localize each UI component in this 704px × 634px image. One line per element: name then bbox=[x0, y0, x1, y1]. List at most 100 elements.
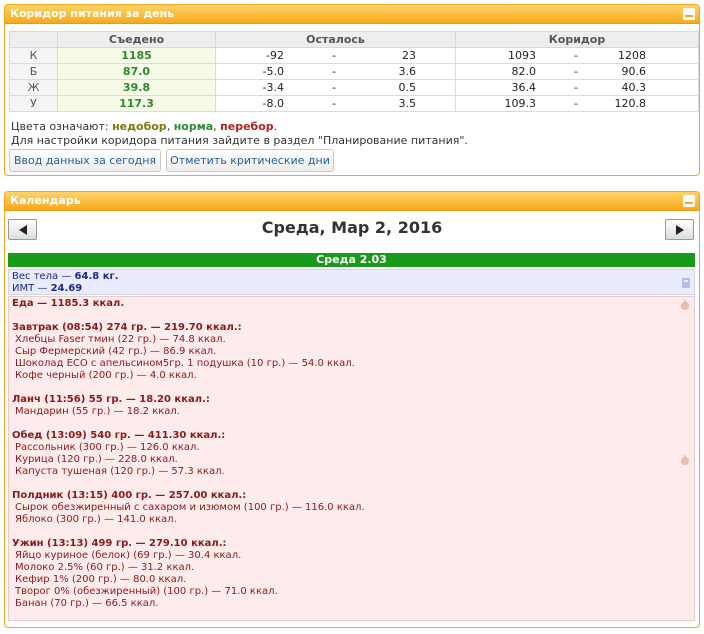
calendar-panel-title: Календарь bbox=[10, 194, 81, 207]
corridor-sep: - bbox=[574, 97, 578, 110]
apple-icon[interactable] bbox=[680, 455, 690, 465]
corridor-sep: - bbox=[574, 81, 578, 94]
corridor-sep: - bbox=[574, 49, 578, 62]
legend-norm: норма bbox=[173, 120, 214, 133]
corridor-panel-header: Коридор питания за день bbox=[5, 5, 699, 24]
remaining-sep: - bbox=[332, 97, 336, 110]
remaining-to: 3.6 bbox=[398, 65, 417, 78]
meal-supper: Ужин (13:13) 499 гр. — 279.10 ккал.: Яйц… bbox=[12, 538, 691, 610]
corridor-range: 1093 - 1208 bbox=[455, 47, 699, 64]
header-corridor: Коридор bbox=[455, 31, 699, 48]
header-eaten: Съедено bbox=[57, 31, 216, 48]
row-label: Ж bbox=[9, 79, 58, 96]
eaten-value: 87.0 bbox=[57, 63, 216, 80]
meal-title: Ужин (13:13) 499 гр. — 279.10 ккал.: bbox=[12, 538, 227, 549]
table-row: Б 87.0 -5.0 - 3.6 82.0 - 90.6 bbox=[9, 63, 699, 80]
meal-dinner: Обед (13:09) 540 гр. — 411.30 ккал.: Рас… bbox=[12, 430, 691, 478]
corridor-table: Съедено Осталось Коридор К 1185 -92 - 23 1… bbox=[9, 31, 699, 112]
meal-title: Завтрак (08:54) 274 гр. — 219.70 ккал.: bbox=[12, 322, 242, 333]
remaining-range: -5.0 - 3.6 bbox=[215, 63, 456, 80]
meal-snack: Полдник (13:15) 400 гр. — 257.00 ккал.: … bbox=[12, 490, 691, 526]
weight-label: Вес тела — bbox=[12, 271, 75, 282]
remaining-sep: - bbox=[332, 49, 336, 62]
legend-end: . bbox=[273, 120, 278, 133]
weight-box: Вес тела — 64.8 кг. ИМТ — 24.69 bbox=[8, 269, 695, 295]
meal-breakfast: Завтрак (08:54) 274 гр. — 219.70 ккал.: … bbox=[12, 322, 691, 382]
header-empty bbox=[9, 31, 58, 48]
row-label: У bbox=[9, 95, 58, 112]
legend-under: недобор bbox=[112, 120, 167, 133]
food-box: Еда — 1185.3 ккал. Завтрак (08:54) 274 г… bbox=[8, 296, 695, 621]
remaining-sep: - bbox=[332, 81, 336, 94]
remaining-to: 0.5 bbox=[398, 81, 417, 94]
collapse-icon[interactable] bbox=[683, 8, 695, 20]
bmi-value: 24.69 bbox=[50, 283, 83, 294]
arrow-right-icon bbox=[676, 225, 684, 235]
header-remaining: Осталось bbox=[215, 31, 456, 48]
remaining-from: -5.0 bbox=[262, 65, 284, 78]
list-item: Курица (120 гр.) — 228.0 ккал. bbox=[15, 454, 178, 465]
list-item: Рассольник (300 гр.) — 126.0 ккал. bbox=[15, 442, 200, 453]
weight-value: 64.8 кг. bbox=[74, 271, 119, 282]
list-item: Творог 0% (обезжиренный) (100 гр.) — 71.… bbox=[15, 586, 278, 597]
list-item: Кофе черный (200 гр.) — 4.0 ккал. bbox=[15, 370, 197, 381]
remaining-range: -92 - 23 bbox=[215, 47, 456, 64]
remaining-to: 3.5 bbox=[398, 97, 417, 110]
food-total: Еда — 1185.3 ккал. bbox=[12, 298, 125, 309]
day-bar: Среда 2.03 bbox=[8, 253, 695, 267]
enter-today-button[interactable]: Ввод данных за сегодня bbox=[9, 149, 161, 172]
calendar-date: Среда, Мар 2, 2016 bbox=[261, 218, 443, 237]
corridor-from: 36.4 bbox=[511, 81, 537, 94]
weight-line: Вес тела — 64.8 кг. bbox=[12, 271, 691, 283]
corridor-to: 1208 bbox=[618, 49, 646, 62]
legend-sep1: , bbox=[166, 120, 171, 133]
legend-prefix: Цвета означают: bbox=[11, 120, 109, 133]
mark-critical-days-button[interactable]: Отметить критические дни bbox=[166, 149, 334, 172]
eaten-value: 1185 bbox=[57, 47, 216, 64]
corridor-from: 109.3 bbox=[504, 97, 537, 110]
table-row: У 117.3 -8.0 - 3.5 109.3 - 120.8 bbox=[9, 95, 699, 112]
list-item: Хлебцы Faser тмин (22 гр.) — 74.8 ккал. bbox=[15, 334, 226, 345]
table-row: Ж 39.8 -3.4 - 0.5 36.4 - 40.3 bbox=[9, 79, 699, 96]
list-item: Сыр Фермерский (42 гр.) — 86.9 ккал. bbox=[15, 346, 217, 357]
list-item: Кефир 1% (200 гр.) — 80.0 ккал. bbox=[15, 574, 187, 585]
legend-over: перебор bbox=[220, 120, 274, 133]
remaining-range: -3.4 - 0.5 bbox=[215, 79, 456, 96]
remaining-from: -8.0 bbox=[262, 97, 284, 110]
eaten-value: 39.8 bbox=[57, 79, 216, 96]
list-item: Капуста тушеная (120 гр.) — 57.3 ккал. bbox=[15, 466, 225, 477]
corridor-to: 90.6 bbox=[621, 65, 647, 78]
meal-title: Обед (13:09) 540 гр. — 411.30 ккал.: bbox=[12, 430, 226, 441]
legend-sep2: , bbox=[213, 120, 217, 133]
collapse-icon[interactable] bbox=[683, 195, 695, 207]
row-label: К bbox=[9, 47, 58, 64]
apple-icon[interactable] bbox=[680, 300, 690, 310]
corridor-table-header: Съедено Осталось Коридор bbox=[9, 31, 699, 48]
list-item: Банан (70 гр.) — 66.5 ккал. bbox=[15, 598, 159, 609]
corridor-panel: Коридор питания за день Съедено Осталось… bbox=[4, 4, 700, 176]
calendar-panel-header: Календарь bbox=[5, 192, 699, 211]
meal-title: Ланч (11:56) 55 гр. — 18.20 ккал.: bbox=[12, 394, 210, 405]
corridor-from: 82.0 bbox=[511, 65, 537, 78]
bmi-label: ИМТ — bbox=[12, 283, 51, 294]
next-day-button[interactable] bbox=[665, 219, 694, 240]
corridor-from: 1093 bbox=[508, 49, 536, 62]
remaining-range: -8.0 - 3.5 bbox=[215, 95, 456, 112]
list-item: Сырок обезжиренный с сахаром и изюмом (1… bbox=[15, 502, 365, 513]
remaining-to: 23 bbox=[402, 49, 416, 62]
corridor-sep: - bbox=[574, 65, 578, 78]
remaining-sep: - bbox=[332, 65, 336, 78]
corridor-range: 82.0 - 90.6 bbox=[455, 63, 699, 80]
corridor-range: 36.4 - 40.3 bbox=[455, 79, 699, 96]
corridor-hint: Для настройки коридора питания зайдите в… bbox=[11, 134, 468, 147]
scale-icon[interactable] bbox=[682, 278, 690, 288]
corridor-to: 40.3 bbox=[621, 81, 647, 94]
list-item: Мандарин (55 гр.) — 18.2 ккал. bbox=[15, 406, 180, 417]
eaten-value: 117.3 bbox=[57, 95, 216, 112]
corridor-range: 109.3 - 120.8 bbox=[455, 95, 699, 112]
list-item: Яйцо куриное (белок) (69 гр.) — 30.4 кка… bbox=[15, 550, 242, 561]
list-item: Яблоко (300 гр.) — 141.0 ккал. bbox=[15, 514, 177, 525]
meal-lunch: Ланч (11:56) 55 гр. — 18.20 ккал.: Манда… bbox=[12, 394, 691, 418]
remaining-from: -92 bbox=[266, 49, 284, 62]
list-item: Молоко 2.5% (60 гр.) — 31.2 ккал. bbox=[15, 562, 195, 573]
